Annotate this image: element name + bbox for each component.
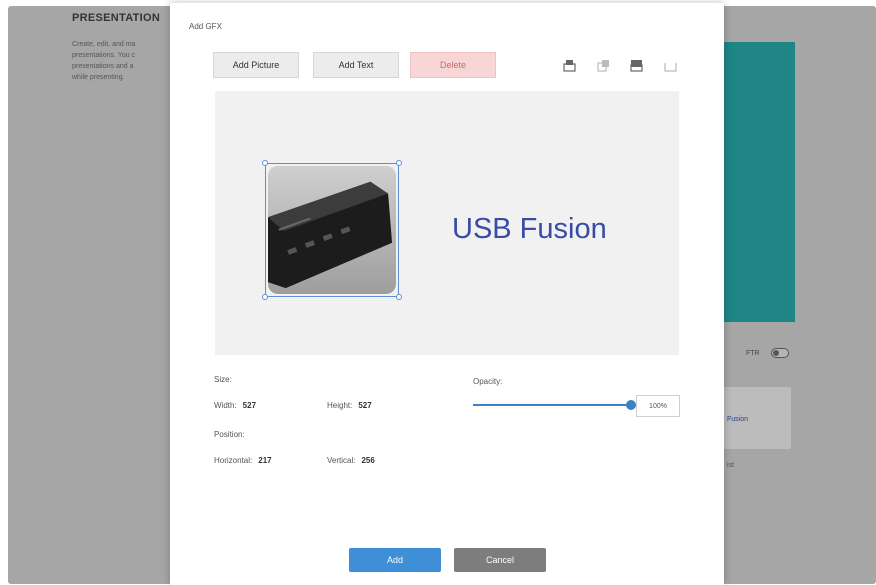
add-button[interactable]: Add [349, 548, 441, 572]
horizontal-label: Horizontal: [214, 456, 253, 465]
width-field: Width: 527 [214, 401, 256, 410]
add-picture-button[interactable]: Add Picture [213, 52, 299, 78]
background-text-fragment: ist [727, 462, 734, 469]
height-label: Height: [327, 401, 353, 410]
opacity-percent-field[interactable]: 100% [636, 395, 680, 417]
horizontal-field: Horizontal: 217 [214, 456, 272, 465]
background-card-label: Fusion [727, 416, 749, 423]
resize-handle-top-left[interactable] [262, 160, 268, 166]
resize-handle-top-right[interactable] [396, 160, 402, 166]
resize-handle-bottom-right[interactable] [396, 294, 402, 300]
height-value: 527 [358, 401, 372, 410]
add-text-button[interactable]: Add Text [313, 52, 399, 78]
selected-picture[interactable] [262, 160, 402, 300]
width-label: Width: [214, 401, 237, 410]
canvas-text-element[interactable]: USB Fusion [452, 213, 607, 246]
height-field: Height: 527 [327, 401, 372, 410]
bring-to-front-icon[interactable] [563, 59, 576, 72]
send-backward-icon[interactable] [630, 59, 643, 72]
usb-device-image [268, 166, 396, 294]
background-section-title: PRESENTATION [72, 12, 161, 24]
opacity-slider-track [473, 404, 631, 406]
opacity-slider-thumb[interactable] [626, 400, 636, 410]
cancel-button[interactable]: Cancel [454, 548, 546, 572]
opacity-label: Opacity: [473, 377, 503, 386]
vertical-field: Vertical: 256 [327, 456, 375, 465]
resize-handle-bottom-left[interactable] [262, 294, 268, 300]
opacity-slider[interactable] [473, 399, 636, 411]
background-description: Create, edit, and ma presentations. You … [72, 41, 136, 81]
background-toggle-label: FTR [746, 350, 760, 357]
dialog-title: Add GFX [189, 22, 222, 31]
vertical-label: Vertical: [327, 456, 356, 465]
vertical-value: 256 [361, 456, 375, 465]
gfx-canvas[interactable]: USB Fusion [215, 91, 679, 355]
horizontal-value: 217 [258, 456, 272, 465]
add-gfx-dialog: Add GFX Add Picture Add Text Delete USB … [170, 3, 724, 585]
background-preview-panel [723, 42, 795, 322]
send-to-back-icon[interactable] [664, 59, 677, 72]
bring-forward-icon[interactable] [597, 59, 610, 72]
width-value: 527 [242, 401, 257, 410]
position-label: Position: [214, 430, 245, 439]
background-toggle [771, 348, 789, 358]
delete-button[interactable]: Delete [410, 52, 496, 78]
size-label: Size: [214, 375, 232, 384]
